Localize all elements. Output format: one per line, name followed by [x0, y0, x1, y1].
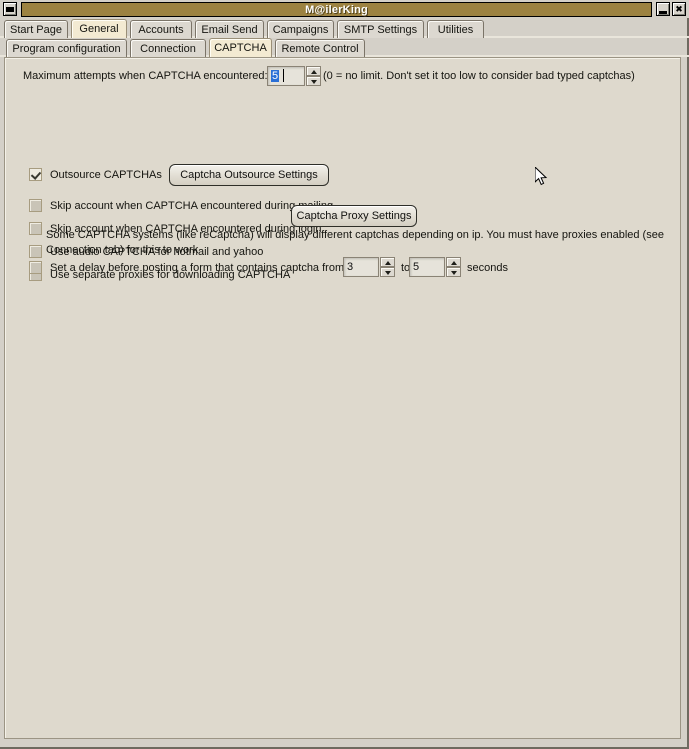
tab-campaigns[interactable]: Campaigns — [267, 20, 334, 38]
delay-from-spin-down[interactable] — [380, 267, 395, 277]
delay-from-input[interactable]: 3 — [343, 257, 379, 277]
delay-to-input[interactable]: 5 — [409, 257, 445, 277]
title-bar: M@ilerKing ✖ — [0, 0, 689, 18]
captcha-settings-panel: Maximum attempts when CAPTCHA encountere… — [4, 57, 681, 739]
delay-to-spin-down[interactable] — [446, 267, 461, 277]
delay-to-spin-buttons[interactable] — [446, 257, 461, 277]
subtab-program-configuration-label: Program configuration — [12, 42, 121, 55]
tab-accounts-label: Accounts — [138, 23, 184, 36]
max-attempts-stepper[interactable]: 5 — [267, 66, 321, 86]
audio-captcha-checkbox[interactable] — [29, 245, 42, 258]
tab-start-page[interactable]: Start Page — [4, 20, 68, 38]
proxy-note: Some CAPTCHA systems (like reCaptcha) wi… — [46, 229, 664, 256]
subtab-captcha-label: CAPTCHA — [214, 42, 267, 54]
tab-accounts[interactable]: Accounts — [130, 20, 192, 38]
delay-from-value: 3 — [347, 261, 354, 273]
window-menu-icon[interactable] — [3, 2, 17, 16]
captcha-proxy-settings-button[interactable]: Captcha Proxy Settings — [291, 205, 417, 227]
outsource-captchas-row[interactable]: Outsource CAPTCHAs — [29, 168, 162, 181]
tab-utilities-label: Utilities — [437, 23, 474, 36]
delay-checkbox[interactable] — [29, 261, 42, 274]
tab-campaigns-label: Campaigns — [272, 23, 329, 36]
subtab-captcha[interactable]: CAPTCHA — [209, 38, 272, 57]
tab-email-send-label: Email Send — [201, 23, 258, 36]
max-attempts-value: 5 — [271, 70, 280, 82]
tab-general[interactable]: General — [71, 19, 127, 38]
delay-row[interactable]: Set a delay before posting a form that c… — [29, 261, 344, 274]
close-icon[interactable]: ✖ — [672, 2, 686, 16]
tab-smtp-settings-label: SMTP Settings — [343, 23, 418, 36]
primary-tab-bar: Start Page General Accounts Email Send C… — [0, 19, 689, 38]
minimize-icon[interactable] — [656, 2, 670, 16]
delay-to-value: 5 — [413, 261, 420, 273]
outsource-captchas-checkbox[interactable] — [29, 168, 42, 181]
max-attempts-label: Maximum attempts when CAPTCHA encountere… — [23, 70, 268, 82]
subtab-remote-control-label: Remote Control — [281, 42, 359, 55]
subtab-connection[interactable]: Connection — [130, 39, 206, 57]
subtab-connection-label: Connection — [140, 42, 196, 55]
secondary-tab-bar: Program configuration Connection CAPTCHA… — [0, 38, 689, 57]
captcha-proxy-settings-label: Captcha Proxy Settings — [296, 210, 412, 222]
delay-from-spin-buttons[interactable] — [380, 257, 395, 277]
window-title: M@ilerKing — [305, 3, 368, 16]
subtab-remote-control[interactable]: Remote Control — [275, 39, 365, 57]
captcha-outsource-settings-button[interactable]: Captcha Outsource Settings — [169, 164, 329, 186]
tab-smtp-settings[interactable]: SMTP Settings — [337, 20, 424, 38]
skip-login-checkbox[interactable] — [29, 222, 42, 235]
tab-email-send[interactable]: Email Send — [195, 20, 264, 38]
delay-to-stepper[interactable]: 5 — [409, 257, 461, 277]
delay-label: Set a delay before posting a form that c… — [50, 261, 345, 274]
max-attempts-hint: (0 = no limit. Don't set it too low to c… — [323, 70, 635, 82]
max-attempts-spin-down[interactable] — [306, 76, 321, 86]
title-bar-strip: M@ilerKing — [21, 2, 652, 17]
subtab-program-configuration[interactable]: Program configuration — [6, 39, 127, 57]
tab-start-page-label: Start Page — [10, 23, 62, 36]
close-glyph: ✖ — [675, 3, 683, 14]
delay-to-spin-up[interactable] — [446, 257, 461, 267]
delay-units-label: seconds — [467, 262, 508, 274]
delay-from-stepper[interactable]: 3 — [343, 257, 395, 277]
application-window: M@ilerKing ✖ Start Page General Accounts… — [0, 0, 689, 749]
captcha-outsource-settings-label: Captcha Outsource Settings — [180, 169, 318, 181]
delay-from-spin-up[interactable] — [380, 257, 395, 267]
skip-mailing-row[interactable]: Skip account when CAPTCHA encountered du… — [29, 199, 333, 212]
max-attempts-input[interactable]: 5 — [267, 66, 305, 86]
skip-mailing-checkbox[interactable] — [29, 199, 42, 212]
tab-general-label: General — [79, 23, 119, 35]
outsource-captchas-label: Outsource CAPTCHAs — [50, 168, 162, 181]
max-attempts-spin-buttons[interactable] — [306, 66, 321, 86]
tab-utilities[interactable]: Utilities — [427, 20, 484, 38]
max-attempts-spin-up[interactable] — [306, 66, 321, 76]
